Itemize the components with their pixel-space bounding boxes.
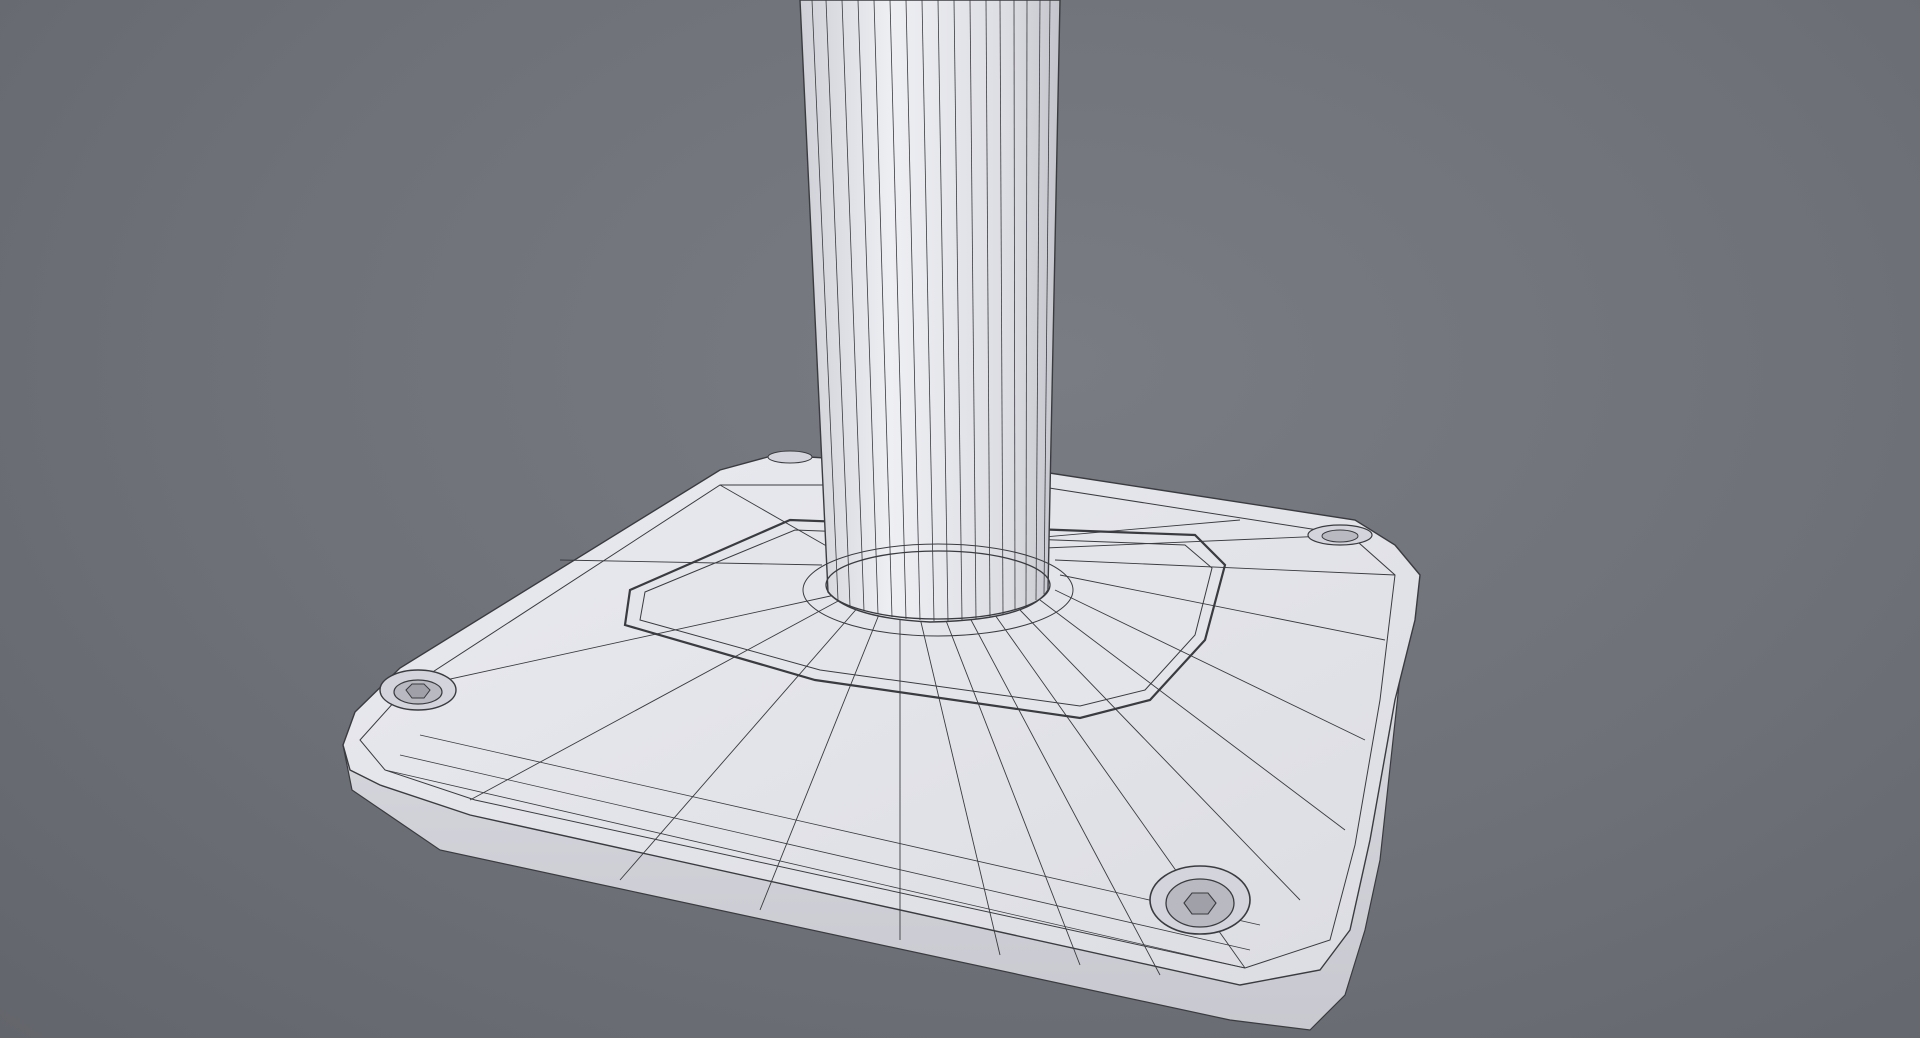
screw-hole-front [1149,865,1251,935]
wireframe-model [342,0,1421,1031]
screw-hole-back-right [1307,524,1373,546]
screw-hole-back-left [767,450,813,464]
pole [799,0,1074,637]
screw-hole-left [379,669,457,711]
render-viewport [0,0,1920,1038]
